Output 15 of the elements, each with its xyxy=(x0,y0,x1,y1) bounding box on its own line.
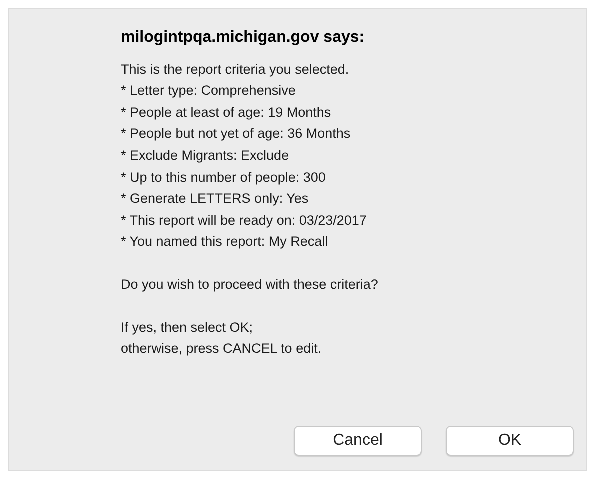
criteria-item: * People but not yet of age: 36 Months xyxy=(121,125,352,144)
dialog-button[interactable]: OK xyxy=(446,426,574,456)
criteria-item: * This report will be ready on: 03/23/2017 xyxy=(121,212,368,230)
dialog-button[interactable]: Cancel xyxy=(294,426,422,456)
criteria-item: * Letter type: Comprehensive xyxy=(121,82,297,100)
dialog-title: milogintpqa.michigan.gov says: xyxy=(121,28,366,48)
criteria-item: * Exclude Migrants: Exclude xyxy=(121,146,290,165)
criteria-item: * You named this report: My Recall xyxy=(121,233,330,252)
question-text: Do you wish to proceed with these criteria? xyxy=(121,276,380,294)
intro-text: This is the report criteria you selected. xyxy=(121,60,350,79)
instruction-text: If yes, then select OK; xyxy=(121,318,254,337)
instruction-text: otherwise, press CANCEL to edit. xyxy=(121,340,323,358)
criteria-item: * Up to this number of people: 300 xyxy=(121,168,327,187)
criteria-item: * Generate LETTERS only: Yes xyxy=(121,190,310,208)
criteria-item: * People at least of age: 19 Months xyxy=(121,104,332,122)
